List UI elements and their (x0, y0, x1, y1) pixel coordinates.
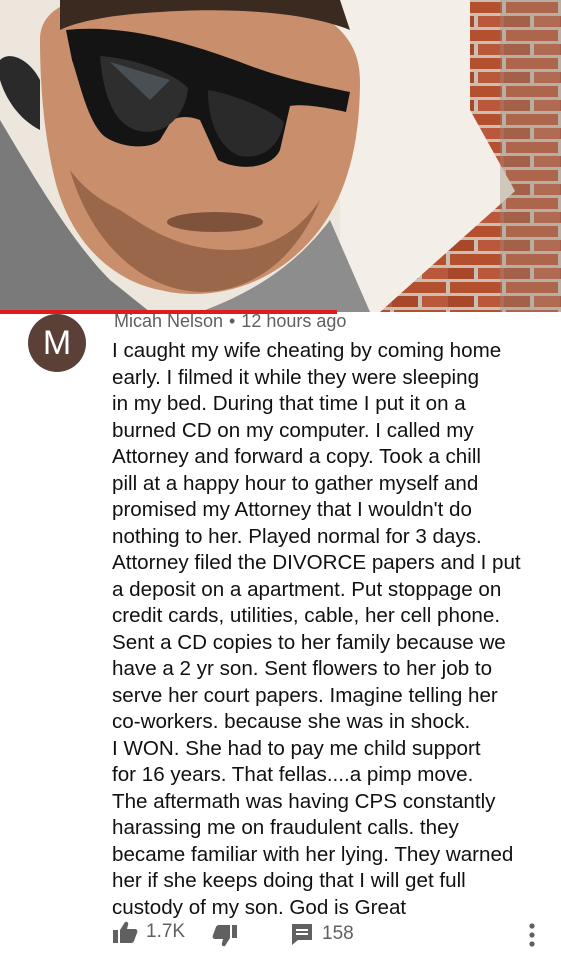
more-options-button[interactable] (526, 922, 538, 948)
comment-actions: 1.7K 158 (0, 916, 561, 956)
avatar[interactable]: M (28, 314, 86, 372)
comment-icon (292, 924, 312, 945)
comment-time[interactable]: 12 hours ago (241, 311, 346, 331)
selfie-photo (0, 0, 561, 312)
thumbs-down-icon (212, 925, 237, 947)
separator-dot: • (229, 311, 236, 331)
reply-button[interactable]: 158 (290, 922, 354, 946)
thumbs-up-icon (113, 921, 138, 943)
comment-meta: Micah Nelson • 12 hours ago (114, 310, 346, 332)
author-name[interactable]: Micah Nelson (114, 311, 223, 331)
video-thumbnail[interactable] (0, 0, 561, 312)
like-button[interactable]: 1.7K (112, 920, 185, 944)
dislike-button[interactable] (212, 924, 238, 948)
reply-count: 158 (322, 923, 354, 944)
more-vertical-icon (529, 923, 535, 947)
comment-body: I caught my wife cheating by coming home… (112, 339, 521, 919)
avatar-letter: M (42, 323, 72, 362)
like-count: 1.7K (146, 921, 186, 942)
